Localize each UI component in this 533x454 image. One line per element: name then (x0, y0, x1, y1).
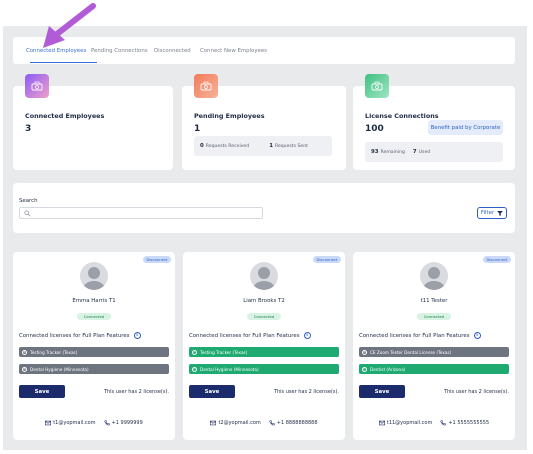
phone[interactable]: +1 9999999 (112, 420, 143, 426)
tab-pending-connections[interactable]: Pending Connections (91, 48, 148, 54)
mail-icon (378, 420, 385, 426)
license-usage-box: 93 Remaining 7 Used (365, 142, 503, 162)
employee-card: Disconnect Liam Brooks T2 Connected Conn… (183, 252, 345, 440)
licenses-title: Connected licenses for Full Plan Feature… (19, 332, 141, 339)
disconnect-button[interactable]: Disconnect (313, 256, 341, 263)
avatar (250, 262, 278, 290)
info-icon[interactable]: i (303, 332, 311, 339)
licenses-title: Connected licenses for Full Plan Feature… (189, 332, 311, 339)
pending-requests-box: 0 Requests Received 1 Requests Sent (194, 136, 332, 156)
license-toggle[interactable]: × Testing Tracker (Texas) (19, 347, 169, 357)
status-badge: Connected (247, 313, 281, 320)
contact-info: t11@yopmail.com +1 5555555555 (353, 420, 515, 426)
stat-label: License Connections (365, 112, 439, 120)
mail-icon (210, 420, 217, 426)
status-badge: Connected (417, 313, 451, 320)
tab-connect-new-employees[interactable]: Connect New Employees (200, 48, 267, 54)
tab-disconnected[interactable]: Disconnected (154, 48, 191, 54)
info-icon[interactable]: i (473, 332, 481, 339)
stat-value: 100 (365, 124, 384, 134)
contact-info: t1@yopmail.com +1 9999999 (13, 420, 175, 426)
license-toggle[interactable]: × CE Zoom Tester Dental License (Texas) (359, 347, 509, 357)
stat-card-license: License Connections 100 Benefit paid by … (353, 74, 515, 170)
phone-icon (269, 420, 275, 426)
licenses-title: Connected licenses for Full Plan Feature… (359, 332, 481, 339)
close-icon: × (22, 349, 27, 355)
employee-name: Emma Harris T1 (72, 298, 116, 304)
users-icon (25, 74, 49, 98)
requests-sent: 1 Requests Sent (269, 143, 308, 149)
phone-icon (440, 420, 447, 426)
avatar (420, 262, 448, 290)
license-toggle[interactable]: × Dental Hygiene (Minnesota) (19, 364, 169, 374)
avatar (80, 262, 108, 290)
filter-label: Filter (480, 210, 495, 216)
employee-card: Disconnect t11 Tester Connected Connecte… (353, 252, 515, 440)
disconnect-button[interactable]: Disconnect (483, 256, 511, 263)
mail-icon (45, 420, 52, 426)
benefit-paid-button[interactable]: Benefit paid by Corporate (428, 120, 503, 135)
arrow-pointer-icon (43, 3, 96, 48)
search-icon (24, 210, 31, 217)
search-label: Search (19, 198, 38, 204)
stat-card-pending: Pending Employees 1 0 Requests Received 1… (182, 74, 346, 170)
email[interactable]: t1@yopmail.com (53, 420, 95, 426)
stat-value: 3 (25, 124, 32, 134)
search-input[interactable] (19, 207, 263, 219)
stat-label: Pending Employees (194, 112, 265, 120)
close-icon: × (22, 366, 27, 372)
check-icon: ✓ (192, 349, 197, 355)
employee-name: t11 Tester (420, 298, 448, 304)
stat-label: Connected Employees (25, 112, 105, 120)
save-button[interactable]: Save (189, 385, 235, 398)
save-button[interactable]: Save (19, 385, 65, 398)
license-toggle[interactable]: ✓ Dental Hygiene (Minnesota) (189, 364, 339, 374)
email[interactable]: t11@yopmail.com (387, 420, 433, 426)
contact-info: t2@yopmail.com +1 8888888888 (183, 420, 345, 426)
license-toggle[interactable]: ✓ Testing Tracker (Texas) (189, 347, 339, 357)
info-icon[interactable]: i (133, 332, 141, 339)
license-count: This user has 2 license(s). (273, 389, 339, 395)
filter-icon (497, 210, 504, 216)
license-count: This user has 2 license(s). (443, 389, 509, 395)
employee-card: Disconnect Emma Harris T1 Connected Conn… (13, 252, 175, 440)
phone[interactable]: +1 5555555555 (448, 420, 489, 426)
phone[interactable]: +1 8888888888 (277, 420, 318, 426)
stat-card-connected: Connected Employees 3 (13, 74, 173, 170)
stat-value: 1 (194, 124, 201, 134)
active-tab-indicator (30, 62, 97, 64)
close-icon: × (362, 349, 367, 355)
users-icon (365, 74, 389, 98)
license-toggle[interactable]: ✓ Dentist (Arizona) (359, 364, 509, 374)
employee-name: Liam Brooks T2 (243, 298, 285, 304)
save-button[interactable]: Save (359, 385, 405, 398)
licenses-used: 7 Used (412, 149, 431, 155)
licenses-remaining: 93 Remaining (371, 149, 405, 155)
status-badge: Connected (77, 313, 111, 320)
email[interactable]: t2@yopmail.com (218, 420, 260, 426)
phone-icon (103, 420, 110, 426)
check-icon: ✓ (192, 366, 197, 372)
disconnect-button[interactable]: Disconnect (143, 256, 171, 263)
users-icon (194, 74, 218, 98)
requests-received: 0 Requests Received (200, 143, 250, 149)
license-count: This user has 2 license(s). (103, 389, 169, 395)
search-panel: Search Filter (13, 183, 515, 233)
filter-button[interactable]: Filter (477, 207, 507, 219)
check-icon: ✓ (362, 366, 367, 372)
